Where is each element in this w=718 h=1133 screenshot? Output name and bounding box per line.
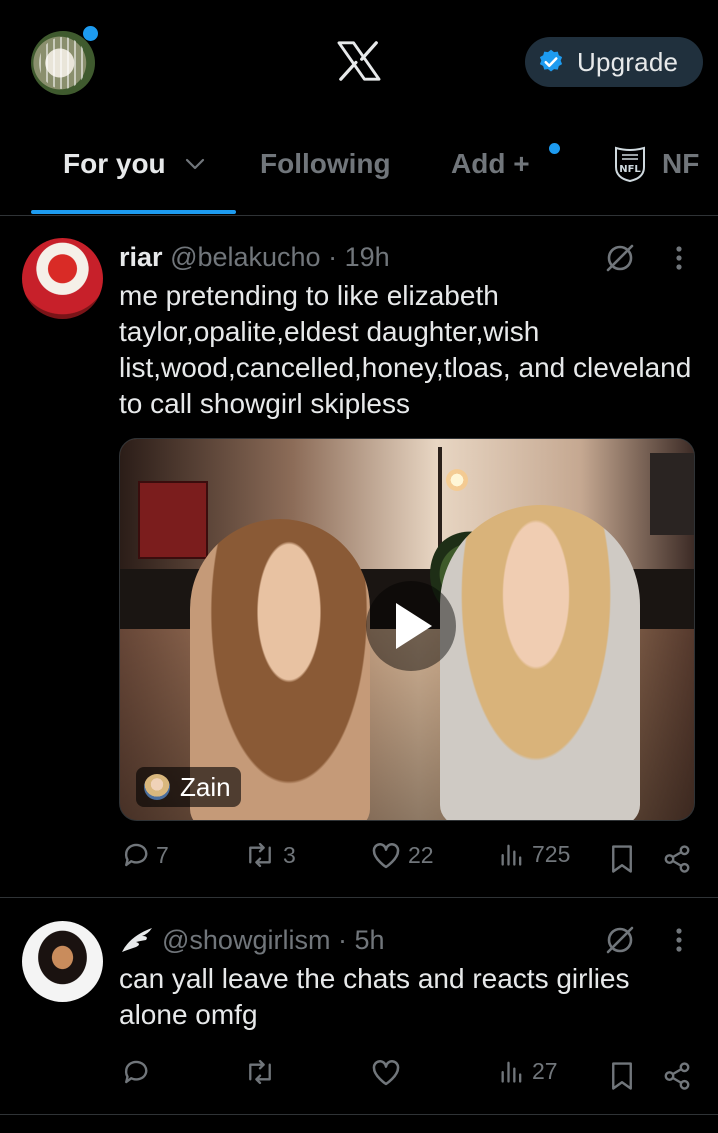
timeline-tabs: For you Following Add + NFL NF [0, 130, 718, 216]
author-avatar[interactable] [22, 921, 103, 1002]
reply-button[interactable]: 7 [120, 840, 169, 870]
more-icon[interactable] [674, 926, 684, 954]
views-button[interactable]: 725 [498, 840, 570, 868]
like-count: 22 [408, 841, 434, 868]
x-logo-icon[interactable] [337, 41, 381, 81]
video-person [440, 505, 640, 820]
post[interactable]: @showgirlism · 5h can yall leave the cha… [0, 899, 718, 1115]
tab-following[interactable]: Following [260, 148, 391, 180]
tag-label: Zain [180, 771, 231, 802]
post-video[interactable]: Zain [119, 438, 695, 821]
post-time[interactable]: 5h [354, 925, 384, 955]
separator: · [328, 242, 338, 272]
reply-button[interactable] [120, 1057, 156, 1087]
grok-icon[interactable] [604, 242, 636, 274]
post-time[interactable]: 19h [345, 242, 390, 272]
repost-icon [249, 1059, 271, 1085]
add-notification-dot [549, 143, 560, 154]
media-tag[interactable]: Zain [136, 767, 241, 807]
tab-for-you[interactable]: For you [63, 148, 166, 180]
views-icon [501, 1061, 522, 1083]
tab-add[interactable]: Add + [451, 148, 530, 180]
post[interactable]: riar @belakucho · 19h me pretending to l… [0, 216, 718, 898]
like-button[interactable]: 22 [370, 840, 434, 870]
wing-icon [122, 928, 152, 952]
repost-icon [249, 842, 271, 868]
views-button[interactable]: 27 [498, 1057, 558, 1085]
play-button[interactable] [366, 581, 456, 671]
action-bar: 7 3 22 725 [0, 840, 718, 880]
action-bar: 27 [0, 1057, 718, 1097]
reply-icon [124, 843, 148, 867]
bookmark-icon[interactable] [609, 844, 635, 874]
share-icon[interactable] [662, 1060, 692, 1092]
like-icon [372, 1060, 400, 1086]
verified-badge-icon [539, 49, 563, 72]
video-poster [650, 453, 694, 535]
active-tab-indicator [31, 210, 236, 214]
views-count: 27 [532, 1057, 558, 1084]
tag-avatar [144, 774, 170, 800]
upgrade-label: Upgrade [577, 46, 679, 77]
grok-icon[interactable] [604, 924, 636, 956]
video-poster [138, 481, 208, 559]
notification-dot [83, 26, 98, 41]
author-handle[interactable]: @showgirlism [162, 925, 330, 955]
views-icon [501, 844, 522, 866]
reply-count: 7 [156, 841, 169, 868]
views-count: 725 [532, 840, 571, 867]
like-button[interactable] [370, 1057, 408, 1087]
repost-button[interactable]: 3 [243, 840, 296, 870]
nfl-icon: NFL [615, 146, 645, 183]
author-name[interactable]: riar [119, 242, 163, 272]
share-icon[interactable] [662, 843, 692, 875]
post-header: @showgirlism · 5h [162, 925, 385, 956]
author-avatar[interactable] [22, 238, 103, 319]
bookmark-icon[interactable] [609, 1061, 635, 1091]
tab-nfl[interactable]: NF [662, 148, 699, 180]
top-bar: Upgrade [0, 0, 718, 120]
post-text: can yall leave the chats and reacts girl… [119, 963, 630, 1030]
svg-text:NFL: NFL [619, 164, 641, 175]
profile-avatar[interactable] [31, 31, 95, 95]
upgrade-button[interactable]: Upgrade [525, 37, 703, 87]
repost-count: 3 [283, 841, 296, 868]
post-header: riar @belakucho · 19h [119, 242, 390, 273]
author-handle[interactable]: @belakucho [170, 242, 321, 272]
reply-icon [124, 1060, 148, 1084]
separator: · [337, 925, 347, 955]
chevron-down-icon[interactable] [184, 157, 206, 171]
play-icon [396, 603, 432, 649]
like-icon [372, 843, 400, 869]
more-icon[interactable] [674, 244, 684, 272]
repost-button[interactable] [243, 1057, 283, 1087]
video-bulb [446, 469, 468, 491]
post-text: me pretending to like elizabeth taylor,o… [119, 280, 692, 419]
